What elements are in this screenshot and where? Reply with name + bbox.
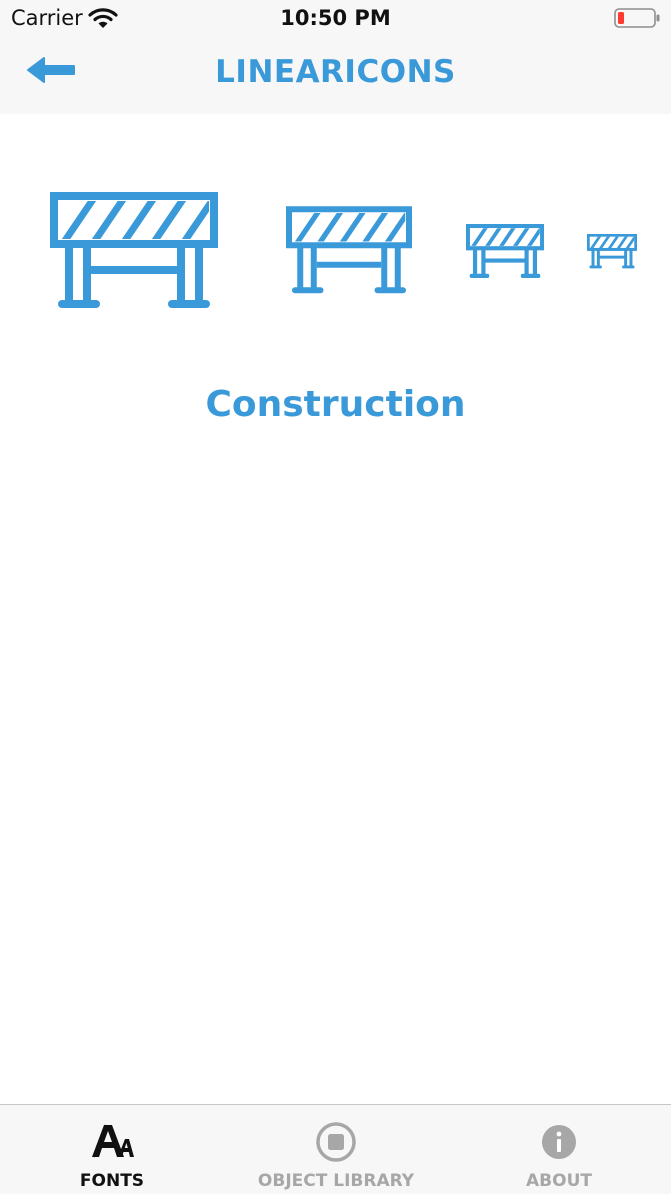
object-library-icon: [315, 1121, 357, 1167]
battery-icon: [614, 8, 660, 28]
tab-about-label: ABOUT: [526, 1171, 592, 1191]
construction-icon-medium: [466, 224, 544, 279]
fonts-icon: [90, 1121, 134, 1163]
tab-object-library-label: OBJECT LIBRARY: [257, 1171, 415, 1191]
navigation-bar: LINEARICONS: [0, 38, 671, 114]
construction-icon-large: [286, 206, 412, 295]
tab-about[interactable]: ABOUT: [447, 1105, 671, 1194]
tab-object-library[interactable]: OBJECT LIBRARY: [224, 1105, 448, 1194]
status-bar: Carrier 10:50 PM: [0, 0, 671, 38]
tab-fonts-label: FONTS: [79, 1171, 145, 1191]
screen: Carrier 10:50 PM LINEARICONS Constructio…: [0, 0, 671, 1194]
construction-icon-small: [587, 234, 637, 269]
construction-icon-xlarge: [50, 192, 218, 310]
tab-bar: FONTS OBJECT LIBRARY ABOUT: [0, 1104, 671, 1194]
info-icon: [541, 1121, 577, 1164]
page-title: LINEARICONS: [215, 54, 456, 90]
clock: 10:50 PM: [280, 6, 391, 30]
tab-fonts[interactable]: FONTS: [0, 1105, 224, 1194]
icon-name-label: Construction: [205, 384, 466, 425]
